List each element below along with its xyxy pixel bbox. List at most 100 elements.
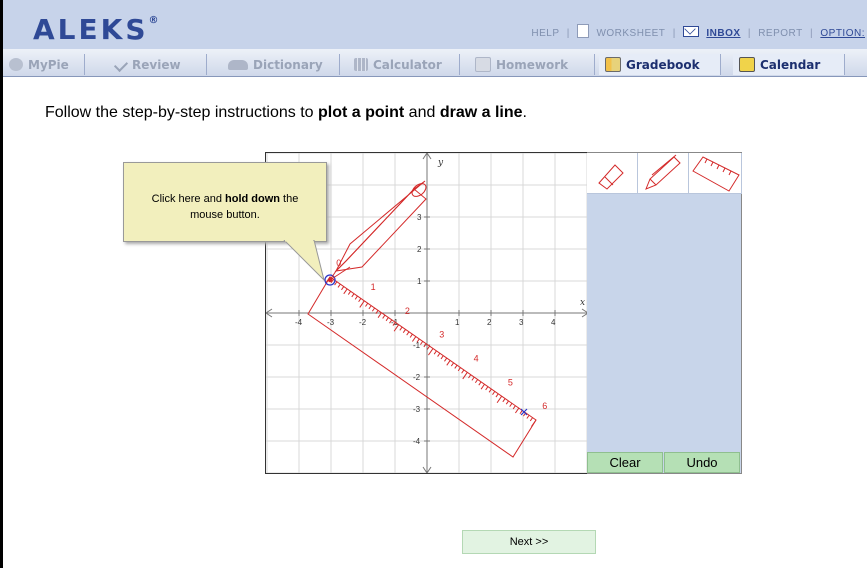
ruler-tick <box>437 352 441 357</box>
ruler-tick <box>428 348 434 356</box>
pencil-paper-icon <box>475 57 491 72</box>
ruler-tick <box>444 357 448 362</box>
x-tick-label: 1 <box>455 318 460 327</box>
nav-bar: MyPie Review Dictionary Calculator Homew… <box>3 49 867 77</box>
x-tick-label: -2 <box>359 318 367 327</box>
ruler-tick <box>454 364 458 369</box>
ruler-tick <box>480 383 485 390</box>
ruler-tick <box>420 341 424 345</box>
ruler-tick <box>512 405 516 410</box>
book-icon <box>228 59 248 70</box>
ruler-tick <box>461 369 465 374</box>
pencil-tool[interactable] <box>638 153 689 194</box>
worksheet-icon <box>577 24 590 38</box>
ruler-tick <box>371 307 376 312</box>
ruler-tick <box>409 333 413 338</box>
pencil-overlay[interactable] <box>329 180 428 281</box>
ruler-tick <box>474 379 479 384</box>
ruler-label: 2 <box>405 306 410 316</box>
tab-label: Calendar <box>760 57 821 72</box>
ruler-tick <box>509 403 513 407</box>
tools-panel: Clear Undo <box>587 152 742 474</box>
ruler-tick <box>526 414 530 419</box>
ruler-tick <box>341 286 345 291</box>
x-tick-label: -4 <box>295 318 303 327</box>
top-links: HELP | WORKSHEET | INBOX | REPORT | OPTI… <box>529 24 867 39</box>
x-tick-label: 2 <box>487 318 492 327</box>
tab-dictionary[interactable]: Dictionary <box>222 54 340 75</box>
ruler-tick <box>468 374 472 379</box>
tab-calculator[interactable]: Calculator <box>348 54 460 75</box>
next-button[interactable]: Next >> <box>462 530 596 554</box>
aleks-logo: ALEKS® <box>33 13 159 46</box>
pie-icon <box>9 58 23 71</box>
ruler-tick <box>502 398 506 403</box>
tab-label: MyPie <box>28 57 69 72</box>
ruler-tick <box>531 419 537 427</box>
ruler-tick <box>450 362 455 367</box>
tab-calendar[interactable]: Calendar <box>733 54 845 75</box>
ruler-tick <box>343 288 348 295</box>
check-icon <box>113 57 129 72</box>
callout-tail <box>283 240 325 282</box>
ruler-tick <box>351 293 355 298</box>
calendar-icon <box>739 57 755 72</box>
ruler-tick <box>496 395 503 404</box>
worksheet-link[interactable]: WORKSHEET <box>596 28 665 39</box>
ruler-tick <box>485 386 489 391</box>
options-link[interactable]: OPTION: <box>820 28 865 39</box>
ruler-tick <box>505 400 509 405</box>
y-tick-label: 3 <box>417 213 422 222</box>
ruler-tick <box>426 345 430 350</box>
x-axis-label: x <box>580 298 585 308</box>
ruler-label: 5 <box>508 377 513 387</box>
hint-callout: Click here and hold down the mouse butto… <box>123 162 327 242</box>
x-tick-label: 3 <box>519 318 524 327</box>
tab-mypie[interactable]: MyPie <box>3 54 85 75</box>
ruler-tool[interactable] <box>689 153 742 194</box>
ruler-icon <box>692 156 740 192</box>
report-link[interactable]: REPORT <box>758 28 803 39</box>
ruler-label: 3 <box>439 330 444 340</box>
tab-label: Review <box>132 57 181 72</box>
ruler-overlay[interactable]: 0123456 <box>307 258 547 458</box>
x-tick-label: 4 <box>551 318 556 327</box>
ruler-tick <box>365 302 369 307</box>
ruler-tick <box>495 393 499 398</box>
ruler-tick <box>354 295 358 300</box>
tab-review[interactable]: Review <box>109 54 207 75</box>
ruler-tick <box>359 300 365 308</box>
inbox-link[interactable]: INBOX <box>706 28 740 39</box>
tab-gradebook[interactable]: Gradebook <box>599 54 721 75</box>
ruler-tick <box>433 350 437 355</box>
calculator-icon <box>354 58 368 71</box>
eraser-icon <box>598 164 624 190</box>
tab-label: Homework <box>496 57 569 72</box>
y-tick-label: 2 <box>417 245 422 254</box>
ruler-tick <box>462 372 468 380</box>
ruler-tick <box>471 376 475 381</box>
ruler-tick <box>402 329 406 334</box>
ruler-tick <box>529 417 533 422</box>
y-tick-label: -1 <box>413 341 421 350</box>
ruler-tick <box>492 391 496 395</box>
eraser-tool[interactable] <box>587 153 638 194</box>
undo-button[interactable]: Undo <box>664 452 740 473</box>
help-link[interactable]: HELP <box>531 28 559 39</box>
clear-button[interactable]: Clear <box>587 452 663 473</box>
ruler-tick <box>406 331 410 336</box>
ruler-tick <box>368 305 372 310</box>
y-axis-label: y <box>437 158 444 168</box>
ruler-tick <box>337 283 341 288</box>
gradebook-icon <box>605 57 621 72</box>
ruler-tick <box>440 355 444 360</box>
ruler-label: 6 <box>542 401 547 411</box>
tab-homework[interactable]: Homework <box>469 54 595 75</box>
tab-label: Calculator <box>373 57 442 72</box>
ruler-tick <box>446 360 451 366</box>
ruler-tick <box>385 317 389 322</box>
endpoint-marker <box>520 408 528 416</box>
y-tick-label: -3 <box>413 405 421 414</box>
x-tick-label: -3 <box>327 318 335 327</box>
ruler-tick <box>478 381 482 386</box>
